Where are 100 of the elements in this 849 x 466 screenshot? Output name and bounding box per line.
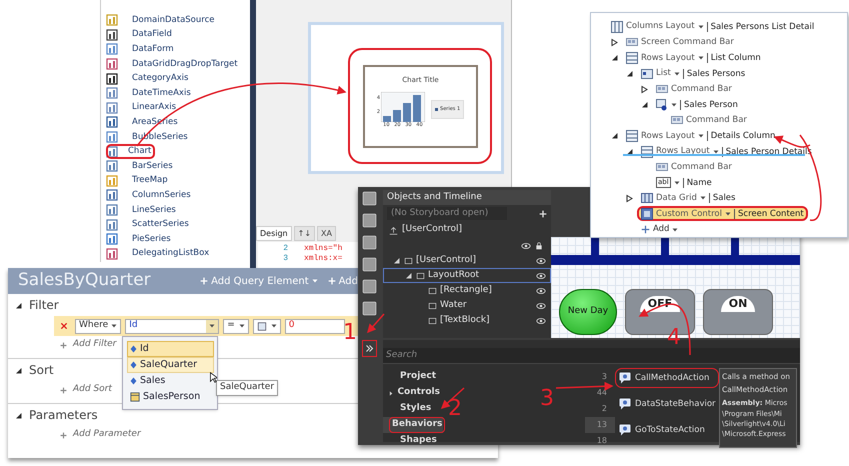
toolbox-item[interactable]: Chart [106,144,156,160]
eye-icon [536,286,546,294]
toolbox-item[interactable]: LinearAxis [128,100,180,116]
tree-node[interactable]: Command Bar [652,160,736,175]
step-number: 3 [540,388,554,410]
caret-icon [270,323,277,329]
component-icon [106,58,118,70]
object-row[interactable]: Water [383,298,551,313]
caret-icon [698,24,704,30]
behavior-icon [618,372,632,384]
node-binding: List Column [706,52,761,63]
caret-icon [671,102,677,108]
toolbox-item[interactable]: DelegatingListBox [128,246,214,262]
node-binding: Details Column [706,130,776,141]
tree-node[interactable]: Columns Layout Sales Persons List Detail [607,19,818,34]
tree-node[interactable]: Custom Control Screen Content [637,206,808,222]
operator-dropdown[interactable]: = [223,318,249,334]
toolbox-item[interactable]: DateTimeAxis [128,86,195,101]
join-dropdown[interactable]: Where [75,318,122,334]
category-item[interactable]: Project [383,369,443,385]
command-bar-icon [626,37,638,48]
category-item[interactable]: Styles [383,401,443,417]
caret-icon [725,210,731,217]
node-label: Command Bar [671,160,732,174]
command-bar-icon [656,162,668,172]
value-field[interactable]: 0 [284,318,345,334]
add-link[interactable]: Add Parameter [60,426,141,444]
toolbox-item[interactable]: DataGridDragDropTarget [128,56,242,72]
round-button[interactable]: New Day [559,289,617,335]
add-link[interactable]: Add Filter [60,336,116,354]
section-title: Filter [29,297,59,314]
asset-item[interactable]: CallMethodAction [615,368,719,388]
editor-tab[interactable]: XA [317,226,336,241]
editor-tab[interactable]: ↑↓ [294,226,316,241]
toolbox-item[interactable]: ScatterSeries [128,217,193,232]
category-item[interactable]: Shapes [383,433,443,449]
tree-node[interactable]: Command Bar [667,112,751,128]
plus-icon [60,432,67,438]
tree-node[interactable]: Screen Command Bar [622,34,738,50]
step-number: 2 [448,398,462,420]
object-row[interactable]: LayoutRoot [383,268,551,283]
menu-item[interactable]: SalesPerson [127,389,214,405]
node-binding: Name [682,178,712,188]
asset-item[interactable]: GoToStateAction [615,420,719,440]
tree-node[interactable]: List Sales Persons [637,66,750,82]
node-label: Rows Layout [641,130,695,142]
scope-label: [UserControl] [402,223,462,236]
toolbox-item[interactable]: PieSeries [128,232,175,247]
rectangle-icon[interactable] [362,235,376,250]
bar-chart-drawing [381,92,426,122]
category-label: Styles [399,402,432,416]
dial-button[interactable]: ON [703,289,773,335]
toolbox-item[interactable]: CategoryAxis [128,71,192,86]
toolbox-item[interactable]: DataField [128,27,176,42]
toolbox-item[interactable]: DataForm [128,42,178,57]
storyboard-field[interactable]: (No Storyboard open) [387,206,507,220]
node-label: Rows Layout [641,52,695,64]
object-row[interactable]: [Rectangle] [383,283,551,298]
search-field[interactable]: Search [383,348,800,364]
caret-icon [238,323,245,329]
plus-icon [328,277,336,285]
tree-node[interactable]: Add [637,222,682,238]
menu-item[interactable]: Id [127,341,214,357]
component-icon [106,174,118,187]
toolbox-item[interactable]: LineSeries [128,202,180,218]
tree-node[interactable]: Sales Person [652,97,742,112]
code-line: xmlns:x= [304,253,342,265]
add-link[interactable]: Add Sort [60,381,112,399]
editor-tab[interactable]: Design [256,226,292,241]
category-label: Project [399,370,438,384]
caret-icon [698,54,704,61]
asset-label: GoToStateAction [635,424,705,436]
count-label: 44 [596,387,608,399]
component-icon [106,14,118,26]
toolbox-item[interactable]: BarSeries [128,158,177,174]
toolbox-item[interactable]: ColumnSeries [128,188,195,203]
object-row[interactable]: [UserControl] [383,253,551,268]
command-bar-icon [656,84,668,94]
toolbox-item[interactable]: DomainDataSource [128,12,218,28]
behavior-icon [618,424,632,436]
toolbox-item[interactable]: TreeMap [128,173,172,188]
value-type-dropdown[interactable] [252,318,281,334]
component-icon [106,43,118,56]
caret-icon [209,323,216,329]
tree-node[interactable]: Rows Layout Details Column [622,128,780,144]
menu-item[interactable]: SaleQuarter [127,357,214,373]
component-icon [106,160,118,172]
tree-node[interactable]: Command Bar [652,82,736,97]
menu-item[interactable]: Sales [127,373,214,389]
tree-node[interactable]: Data Grid Sales [637,190,740,206]
field-dropdown[interactable]: Id [125,318,220,334]
expanded-arrow-icon [14,366,23,374]
value-type-icon [256,322,267,330]
tree-node[interactable]: Rows Layout List Column [622,50,765,66]
object-row[interactable]: [TextBlock] [383,313,551,328]
asset-item[interactable]: DataStateBehavior [615,394,719,414]
double-chevron-icon [365,344,374,353]
collapsed-arrow-icon [610,38,619,47]
assets-button[interactable] [362,340,377,357]
category-item[interactable]: Controls [383,385,443,401]
